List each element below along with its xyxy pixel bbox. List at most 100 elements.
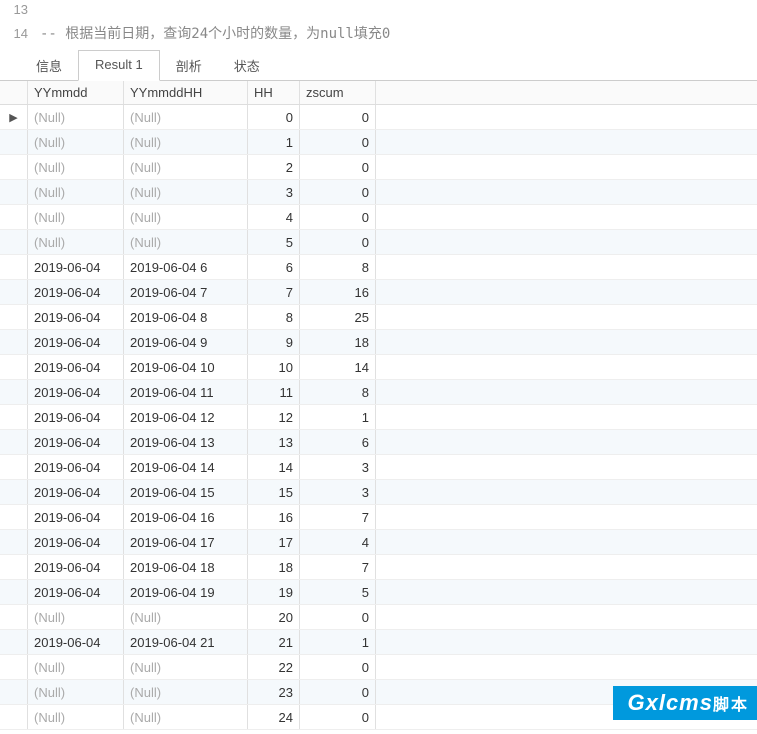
cell-zscum[interactable]: 4 bbox=[300, 530, 376, 554]
table-row[interactable]: 2019-06-042019-06-04 21211 bbox=[0, 630, 757, 655]
cell-zscum[interactable]: 0 bbox=[300, 230, 376, 254]
cell-yymmdd[interactable]: 2019-06-04 bbox=[28, 280, 124, 304]
cell-yymmdd[interactable]: 2019-06-04 bbox=[28, 505, 124, 529]
cell-yymmddhh[interactable]: (Null) bbox=[124, 155, 248, 179]
cell-zscum[interactable]: 0 bbox=[300, 105, 376, 129]
cell-yymmddhh[interactable]: 2019-06-04 10 bbox=[124, 355, 248, 379]
table-row[interactable]: 2019-06-042019-06-04 14143 bbox=[0, 455, 757, 480]
cell-zscum[interactable]: 3 bbox=[300, 480, 376, 504]
cell-hh[interactable]: 4 bbox=[248, 205, 300, 229]
cell-yymmdd[interactable]: 2019-06-04 bbox=[28, 480, 124, 504]
table-row[interactable]: (Null)(Null)220 bbox=[0, 655, 757, 680]
cell-yymmddhh[interactable]: (Null) bbox=[124, 655, 248, 679]
cell-hh[interactable]: 1 bbox=[248, 130, 300, 154]
cell-yymmdd[interactable]: (Null) bbox=[28, 105, 124, 129]
cell-hh[interactable]: 2 bbox=[248, 155, 300, 179]
cell-zscum[interactable]: 5 bbox=[300, 580, 376, 604]
cell-yymmddhh[interactable]: (Null) bbox=[124, 105, 248, 129]
cell-zscum[interactable]: 1 bbox=[300, 630, 376, 654]
cell-yymmddhh[interactable]: 2019-06-04 9 bbox=[124, 330, 248, 354]
table-row[interactable]: 2019-06-042019-06-04 16167 bbox=[0, 505, 757, 530]
cell-zscum[interactable]: 18 bbox=[300, 330, 376, 354]
cell-zscum[interactable]: 1 bbox=[300, 405, 376, 429]
tab-result-1[interactable]: Result 1 bbox=[78, 50, 160, 81]
cell-zscum[interactable]: 25 bbox=[300, 305, 376, 329]
cell-hh[interactable]: 21 bbox=[248, 630, 300, 654]
table-row[interactable]: (Null)(Null)10 bbox=[0, 130, 757, 155]
cell-hh[interactable]: 19 bbox=[248, 580, 300, 604]
cell-yymmdd[interactable]: (Null) bbox=[28, 155, 124, 179]
table-row[interactable]: 2019-06-042019-06-04 13136 bbox=[0, 430, 757, 455]
cell-hh[interactable]: 0 bbox=[248, 105, 300, 129]
cell-yymmdd[interactable]: (Null) bbox=[28, 680, 124, 704]
cell-zscum[interactable]: 8 bbox=[300, 255, 376, 279]
table-row[interactable]: (Null)(Null)40 bbox=[0, 205, 757, 230]
cell-zscum[interactable]: 3 bbox=[300, 455, 376, 479]
cell-yymmddhh[interactable]: (Null) bbox=[124, 680, 248, 704]
cell-hh[interactable]: 6 bbox=[248, 255, 300, 279]
cell-hh[interactable]: 13 bbox=[248, 430, 300, 454]
cell-yymmdd[interactable]: 2019-06-04 bbox=[28, 580, 124, 604]
cell-yymmdd[interactable]: 2019-06-04 bbox=[28, 330, 124, 354]
cell-yymmdd[interactable]: 2019-06-04 bbox=[28, 305, 124, 329]
cell-yymmdd[interactable]: 2019-06-04 bbox=[28, 455, 124, 479]
cell-zscum[interactable]: 0 bbox=[300, 205, 376, 229]
cell-yymmdd[interactable]: (Null) bbox=[28, 180, 124, 204]
cell-yymmdd[interactable]: (Null) bbox=[28, 605, 124, 629]
cell-yymmdd[interactable]: 2019-06-04 bbox=[28, 380, 124, 404]
table-row[interactable]: 2019-06-042019-06-04 12121 bbox=[0, 405, 757, 430]
cell-zscum[interactable]: 0 bbox=[300, 605, 376, 629]
cell-yymmdd[interactable]: 2019-06-04 bbox=[28, 555, 124, 579]
table-row[interactable]: 2019-06-042019-06-04 668 bbox=[0, 255, 757, 280]
table-row[interactable]: 2019-06-042019-06-04 8825 bbox=[0, 305, 757, 330]
cell-hh[interactable]: 8 bbox=[248, 305, 300, 329]
cell-yymmddhh[interactable]: 2019-06-04 19 bbox=[124, 580, 248, 604]
cell-yymmddhh[interactable]: 2019-06-04 7 bbox=[124, 280, 248, 304]
cell-zscum[interactable]: 0 bbox=[300, 155, 376, 179]
cell-yymmddhh[interactable]: 2019-06-04 17 bbox=[124, 530, 248, 554]
cell-yymmddhh[interactable]: 2019-06-04 8 bbox=[124, 305, 248, 329]
cell-hh[interactable]: 12 bbox=[248, 405, 300, 429]
cell-hh[interactable]: 10 bbox=[248, 355, 300, 379]
cell-zscum[interactable]: 0 bbox=[300, 130, 376, 154]
cell-yymmddhh[interactable]: (Null) bbox=[124, 605, 248, 629]
table-row[interactable]: 2019-06-042019-06-04 18187 bbox=[0, 555, 757, 580]
cell-zscum[interactable]: 0 bbox=[300, 680, 376, 704]
column-header-yymmddhh[interactable]: YYmmddHH bbox=[124, 81, 248, 104]
cell-yymmdd[interactable]: (Null) bbox=[28, 205, 124, 229]
cell-hh[interactable]: 17 bbox=[248, 530, 300, 554]
cell-yymmdd[interactable]: 2019-06-04 bbox=[28, 405, 124, 429]
cell-hh[interactable]: 24 bbox=[248, 705, 300, 729]
cell-zscum[interactable]: 7 bbox=[300, 555, 376, 579]
cell-yymmddhh[interactable]: (Null) bbox=[124, 130, 248, 154]
cell-zscum[interactable]: 16 bbox=[300, 280, 376, 304]
cell-hh[interactable]: 18 bbox=[248, 555, 300, 579]
cell-zscum[interactable]: 0 bbox=[300, 180, 376, 204]
cell-yymmddhh[interactable]: 2019-06-04 13 bbox=[124, 430, 248, 454]
table-row[interactable]: (Null)(Null)20 bbox=[0, 155, 757, 180]
cell-zscum[interactable]: 7 bbox=[300, 505, 376, 529]
cell-yymmddhh[interactable]: 2019-06-04 12 bbox=[124, 405, 248, 429]
table-row[interactable]: 2019-06-042019-06-04 101014 bbox=[0, 355, 757, 380]
cell-yymmddhh[interactable]: 2019-06-04 11 bbox=[124, 380, 248, 404]
column-header-zscum[interactable]: zscum bbox=[300, 81, 376, 104]
table-row[interactable]: (Null)(Null)200 bbox=[0, 605, 757, 630]
cell-yymmdd[interactable]: (Null) bbox=[28, 230, 124, 254]
table-row[interactable]: 2019-06-042019-06-04 15153 bbox=[0, 480, 757, 505]
cell-zscum[interactable]: 6 bbox=[300, 430, 376, 454]
tab-状态[interactable]: 状态 bbox=[218, 50, 276, 81]
cell-hh[interactable]: 20 bbox=[248, 605, 300, 629]
cell-zscum[interactable]: 0 bbox=[300, 705, 376, 729]
table-row[interactable]: (Null)(Null)30 bbox=[0, 180, 757, 205]
column-header-hh[interactable]: HH bbox=[248, 81, 300, 104]
cell-yymmdd[interactable]: 2019-06-04 bbox=[28, 255, 124, 279]
cell-yymmddhh[interactable]: (Null) bbox=[124, 205, 248, 229]
cell-yymmddhh[interactable]: 2019-06-04 18 bbox=[124, 555, 248, 579]
table-row[interactable]: 2019-06-042019-06-04 9918 bbox=[0, 330, 757, 355]
cell-hh[interactable]: 11 bbox=[248, 380, 300, 404]
cell-yymmddhh[interactable]: (Null) bbox=[124, 705, 248, 729]
column-header-yymmdd[interactable]: YYmmdd bbox=[28, 81, 124, 104]
cell-hh[interactable]: 16 bbox=[248, 505, 300, 529]
cell-yymmddhh[interactable]: 2019-06-04 6 bbox=[124, 255, 248, 279]
cell-hh[interactable]: 15 bbox=[248, 480, 300, 504]
